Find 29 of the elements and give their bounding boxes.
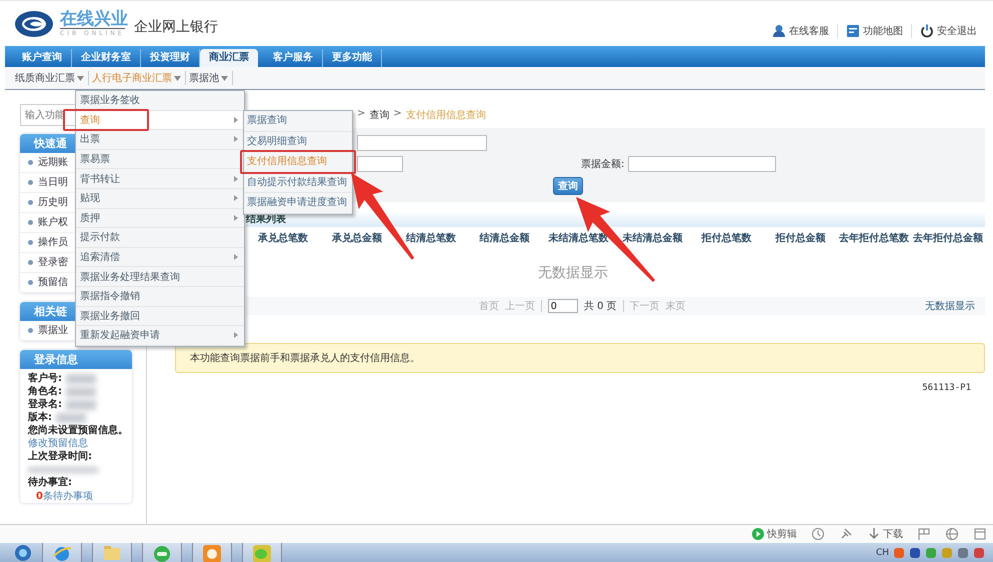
column-header: 拒付总笔数 [700, 232, 752, 245]
page-code: 561113-P1 [922, 383, 971, 393]
column-header: 去年拒付总金额 [912, 231, 984, 245]
info-note: 本功能查询票据前手和票据承兑人的支付信用信息。 [175, 343, 985, 373]
column-header: 拒付总金额 [774, 231, 826, 245]
field-label: 上次登录时间: [28, 450, 93, 463]
field-label: 登录名: [28, 398, 62, 411]
column-header: 承兑总笔数 [256, 232, 309, 245]
column-header: 未结清总笔数 [548, 232, 610, 245]
product-name: 企业网上银行 [134, 18, 218, 36]
panel-title: 登录信息 [20, 350, 132, 369]
empty-message: 无数据显示 [538, 264, 608, 282]
breadcrumb-item: 支付信用信息查询 [406, 108, 486, 122]
column-header: 承兑总金额 [330, 231, 383, 245]
column-header: 结清总笔数 [404, 232, 457, 245]
column-header: 未结清总金额 [621, 231, 684, 245]
field-label: 版本: [28, 411, 52, 424]
column-header: 去年拒付总笔数 [838, 232, 910, 245]
notice-text: 您尚未设置预留信息。 [28, 424, 128, 437]
field-label: 角色名: [28, 385, 62, 398]
breadcrumb-separator: > [357, 108, 366, 121]
pager-status: 无数据显示 [925, 300, 975, 313]
breadcrumb-separator: > [393, 108, 402, 121]
logo-title: 在线兴业 [60, 10, 128, 28]
field-label: 客户号: [28, 372, 62, 385]
page-total: 共 0 页 [584, 300, 617, 313]
column-header: 结清总金额 [478, 231, 531, 245]
field-label: 票据金额: [581, 158, 624, 171]
field-label: 待办事宜: [28, 476, 73, 489]
